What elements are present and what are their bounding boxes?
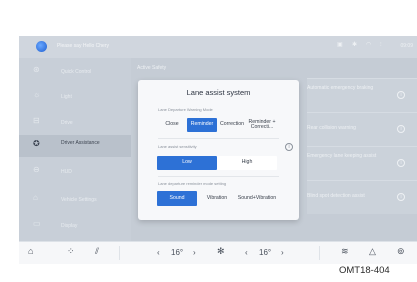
sidebar-item-label: Vehicle Settings [61,197,97,203]
left-temp-value: 16 [171,248,180,257]
section-title: Active Safety [137,65,167,71]
info-icon[interactable]: i [397,125,405,133]
reminder-mode-selector: Sound Vibration Sound+Vibration [157,191,277,206]
mode-option-reminder-correction[interactable]: Reminder + Correcti... [247,118,277,132]
wifi-icon: ◠ [366,42,372,48]
sidebar-item-quick-control[interactable]: ⊛ Quick Control [19,61,131,83]
sensitivity-option-low[interactable]: Low [157,156,217,170]
vehicle-icon: ⌂ [33,193,38,202]
mode-option-close[interactable]: Close [157,118,187,132]
sidebar-item-label: Quick Control [61,69,92,75]
voice-assistant-icon[interactable] [36,41,47,52]
mode-option-correction[interactable]: Correction [217,118,247,132]
list-item-rear-collision-warning[interactable]: Rear collision warning i [307,112,417,146]
list-item-label: Rear collision warning [307,125,356,131]
lane-assist-dialog: Lane assist system Lane Departure Warnin… [138,80,299,220]
light-icon: ☼ [33,90,41,99]
list-item-automatic-emergency-braking[interactable]: Automatic emergency braking i [307,78,417,112]
sidebar-item-display[interactable]: ▭ Display [19,215,131,237]
figure-code: OMT18-404 [339,265,390,276]
sidebar-item-label: Drive [61,120,73,126]
clock: 09:09 [400,43,413,49]
list-item-label: Blind spot detection assist [307,193,365,199]
fan-icon[interactable]: ✻ [217,247,225,256]
info-icon[interactable]: i [397,91,405,99]
hud-icon: ⊖ [33,165,40,174]
dialog-title: Lane assist system [186,88,251,97]
sidebar-item-light[interactable]: ☼ Light [19,86,131,108]
sidebar: ⊛ Quick Control ☼ Light ⊟ Drive ✪ Driver… [19,58,131,241]
right-temp-up-button[interactable]: › [281,248,284,257]
voice-hint: Please say Hello Chery [57,43,109,49]
home-icon[interactable]: ⌂ [28,247,33,256]
right-temp-value: 16 [259,248,268,257]
temp-unit: ° [267,248,272,257]
sidebar-item-label: Light [61,94,72,100]
sensitivity-selector: Low High [157,156,277,170]
sidebar-item-driver-assistance[interactable]: ✪ Driver Assistance [19,135,131,157]
info-icon[interactable]: i [285,143,293,151]
steering-icon: ⊛ [33,65,40,74]
left-temp-down-button[interactable]: ‹ [157,248,160,257]
list-item-emergency-lane-keeping[interactable]: Emergency lane keeping assist i [307,146,417,180]
sidebar-item-vehicle-settings[interactable]: ⌂ Vehicle Settings [19,189,131,211]
reminder-mode-label: Lane departure reminder mode setting [158,181,227,186]
warning-icon[interactable]: △ [369,247,376,256]
signal-icon: ⫶ [380,42,382,48]
heated-seat-icon[interactable]: ≋ [341,247,349,256]
left-temp-up-button[interactable]: › [193,248,196,257]
status-bar: Please say Hello Chery ▣ ✱ ◠ ⫶ 09:09 [19,36,417,58]
sidebar-item-hud[interactable]: ⊖ HUD [19,161,131,183]
list-item-blind-spot-detection[interactable]: Blind spot detection assist i [307,180,417,214]
sidebar-item-label: Display [61,223,78,229]
mode-option-reminder[interactable]: Reminder [187,118,217,132]
reminder-option-sound-vibration[interactable]: Sound+Vibration [237,191,277,206]
divider [158,176,279,177]
navigation-icon[interactable]: ⊚ [397,247,405,256]
info-icon[interactable]: i [397,193,405,201]
sensitivity-label: Lane assist sensitivity [158,144,197,149]
lane-departure-mode-selector: Close Reminder Correction Reminder + Cor… [157,118,277,132]
car-status-icon: ▣ [337,42,343,48]
right-temperature[interactable]: 16° [259,248,271,257]
bottom-dock: ⌂ ⁘ ⫽ ‹ 16° › ✻ ‹ 16° › ≋ △ ⊚ [19,241,417,264]
dock-divider [119,246,120,260]
seat-icon[interactable]: ⫽ [95,247,99,256]
sidebar-item-drive[interactable]: ⊟ Drive [19,112,131,134]
divider [158,138,279,139]
sensitivity-option-high[interactable]: High [217,156,277,170]
list-item-label: Automatic emergency braking [307,85,374,91]
sidebar-item-label: HUD [61,169,72,175]
reminder-option-vibration[interactable]: Vibration [197,191,237,206]
temp-unit: ° [179,248,184,257]
driver-assistance-icon: ✪ [33,139,40,148]
left-temperature[interactable]: 16° [171,248,183,257]
display-icon: ▭ [33,219,41,228]
reminder-option-sound[interactable]: Sound [157,191,197,206]
sidebar-item-label: Driver Assistance [61,140,100,146]
right-temp-down-button[interactable]: ‹ [245,248,248,257]
info-icon[interactable]: i [397,159,405,167]
bluetooth-icon: ✱ [352,42,358,48]
drive-icon: ⊟ [33,116,40,125]
apps-icon[interactable]: ⁘ [67,247,75,256]
dock-divider [319,246,320,260]
lane-departure-mode-label: Lane Departure Warning Mode [158,107,213,112]
list-item-label: Emergency lane keeping assist [307,153,377,159]
